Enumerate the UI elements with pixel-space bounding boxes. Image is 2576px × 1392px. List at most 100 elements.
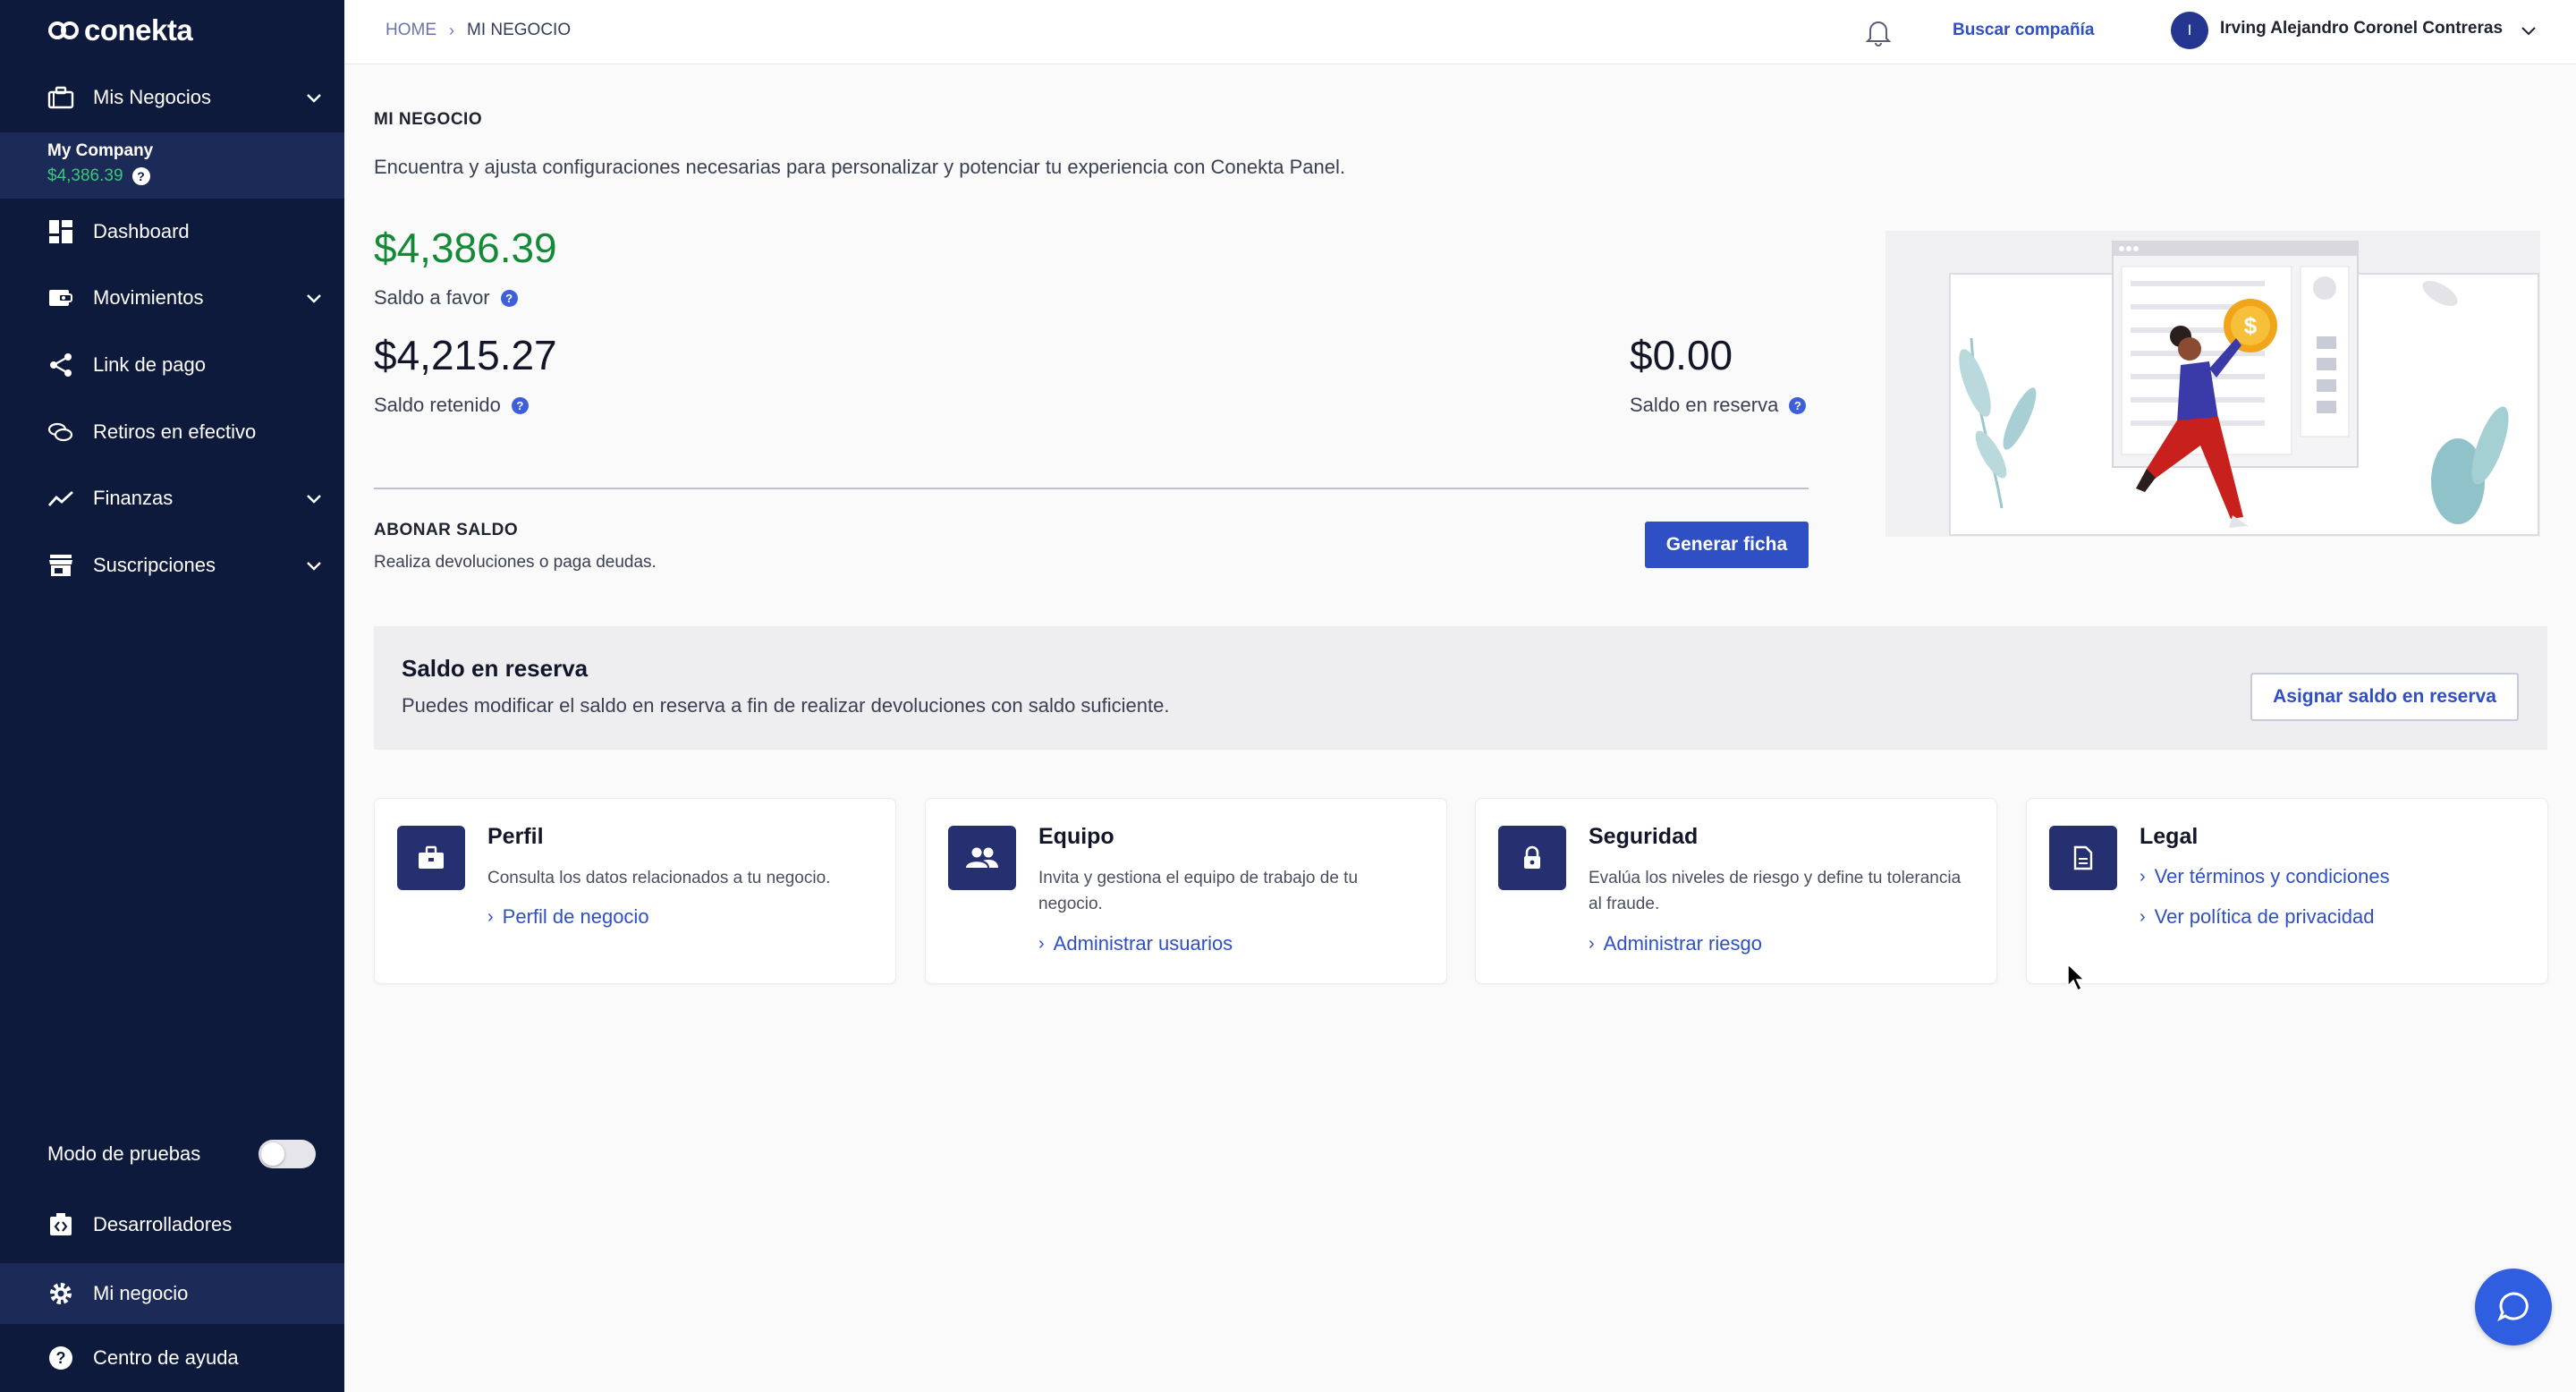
test-mode-toggle[interactable] <box>258 1140 316 1168</box>
sidebar-item-label: Mis Negocios <box>93 86 212 108</box>
sidebar-item-movimientos[interactable]: Movimientos <box>0 270 344 326</box>
chevron-down-icon <box>307 495 321 504</box>
card-link-label: Administrar riesgo <box>1603 932 1762 955</box>
chevron-right-icon: › <box>2140 866 2146 887</box>
card-link-label: Perfil de negocio <box>502 905 649 928</box>
card-title: Legal <box>2140 824 2199 849</box>
sidebar-item-label: Link de pago <box>93 353 206 376</box>
generar-ficha-button[interactable]: Generar ficha <box>1645 522 1809 568</box>
chevron-right-icon: › <box>1589 933 1595 954</box>
balance-retained-value: $4,215.27 <box>374 332 557 378</box>
sidebar-item-suscripciones[interactable]: Suscripciones <box>0 538 344 593</box>
chevron-down-icon <box>307 562 321 571</box>
team-icon <box>948 826 1016 890</box>
reserve-description: Puedes modificar el saldo en reserva a f… <box>402 694 1170 717</box>
conekta-logo[interactable]: conekta <box>48 13 193 48</box>
svg-text:?: ? <box>56 1349 66 1367</box>
abonar-title: ABONAR SALDO <box>374 521 519 539</box>
chat-button[interactable] <box>2475 1269 2552 1345</box>
perfil-de-negocio-link[interactable]: › Perfil de negocio <box>487 905 649 929</box>
topbar: HOME › MI NEGOCIO Buscar compañía I Irvi… <box>344 0 2576 64</box>
trend-icon <box>47 484 75 513</box>
bell-icon[interactable] <box>1865 18 1892 47</box>
page-title: MI NEGOCIO <box>374 110 483 129</box>
avatar[interactable]: I <box>2171 12 2208 49</box>
store-icon <box>47 551 75 580</box>
asignar-saldo-button[interactable]: Asignar saldo en reserva <box>2250 673 2519 721</box>
privacidad-link[interactable]: › Ver política de privacidad <box>2140 905 2375 929</box>
card-equipo: Equipo Invita y gestiona el equipo de tr… <box>925 798 1447 984</box>
sidebar-item-label: Retiros en efectivo <box>93 420 257 443</box>
reserve-section: Saldo en reserva Puedes modificar el sal… <box>374 626 2547 750</box>
search-company-link[interactable]: Buscar compañía <box>1953 21 2094 40</box>
sidebar-item-dashboard[interactable]: Dashboard <box>0 204 344 259</box>
test-mode-row: Modo de pruebas <box>47 1140 316 1168</box>
sidebar: conekta Mis Negocios My Company $4,386.3… <box>0 0 344 1392</box>
sidebar-item-centro-de-ayuda[interactable]: ? Centro de ayuda <box>0 1330 344 1386</box>
page-description: Encuentra y ajusta configuraciones neces… <box>374 156 1345 178</box>
chevron-right-icon: › <box>2140 906 2146 927</box>
current-company[interactable]: My Company $4,386.39 ? <box>0 132 344 199</box>
card-link-label: Ver política de privacidad <box>2154 905 2375 928</box>
administrar-riesgo-link[interactable]: › Administrar riesgo <box>1589 932 1762 955</box>
balance-retained-label-row: Saldo retenido ? <box>374 394 529 417</box>
terminos-link[interactable]: › Ver términos y condiciones <box>2140 865 2390 888</box>
svg-text:$: $ <box>2244 312 2258 339</box>
card-description: Consulta los datos relacionados a tu neg… <box>487 869 831 887</box>
balance-retained-label: Saldo retenido <box>374 394 501 416</box>
card-link-label: Administrar usuarios <box>1053 932 1233 955</box>
balance-reserve-label: Saldo en reserva <box>1630 394 1779 416</box>
card-perfil: Perfil Consulta los datos relacionados a… <box>374 798 896 984</box>
chevron-right-icon: › <box>487 906 494 927</box>
mouse-cursor-icon <box>2067 963 2086 992</box>
sidebar-item-desarrolladores[interactable]: Desarrolladores <box>0 1197 344 1252</box>
chevron-down-icon[interactable] <box>2518 20 2539 41</box>
sidebar-item-finanzas[interactable]: Finanzas <box>0 471 344 526</box>
card-description: Invita y gestiona el equipo de trabajo d… <box>1038 869 1359 913</box>
sidebar-item-label: Finanzas <box>93 487 174 509</box>
developers-icon <box>47 1210 75 1239</box>
chevron-down-icon <box>307 294 321 303</box>
card-title: Perfil <box>487 824 544 849</box>
briefcase-icon <box>47 83 75 112</box>
briefcase-icon <box>397 826 465 890</box>
wallet-icon <box>47 284 75 312</box>
chevron-right-icon: › <box>1038 933 1045 954</box>
gear-icon <box>47 1279 75 1308</box>
help-icon[interactable]: ? <box>500 289 518 307</box>
lock-icon <box>1498 826 1566 890</box>
chat-icon <box>2497 1292 2529 1322</box>
sidebar-item-link-de-pago[interactable]: Link de pago <box>0 337 344 393</box>
card-seguridad: Seguridad Evalúa los niveles de riesgo y… <box>1475 798 1997 984</box>
sidebar-item-label: Movimientos <box>93 286 204 309</box>
balance-favor-label-row: Saldo a favor ? <box>374 286 518 310</box>
chevron-right-icon: › <box>449 21 454 39</box>
breadcrumb-home[interactable]: HOME <box>386 21 436 40</box>
sidebar-item-mi-negocio[interactable]: Mi negocio <box>0 1263 344 1324</box>
dashboard-icon <box>47 217 75 246</box>
card-link-label: Ver términos y condiciones <box>2154 865 2390 887</box>
reserve-title: Saldo en reserva <box>402 655 589 682</box>
company-balance: $4,386.39 <box>47 166 123 185</box>
abonar-description: Realiza devoluciones o paga deudas. <box>374 553 657 572</box>
document-icon <box>2049 826 2117 890</box>
help-icon[interactable]: ? <box>131 167 150 185</box>
illustration-image: $ <box>1949 241 2539 536</box>
sidebar-item-label: Mi negocio <box>93 1282 189 1304</box>
divider <box>374 488 1809 489</box>
company-name: My Company <box>47 141 154 160</box>
illustration: $ <box>1885 231 2540 537</box>
card-title: Seguridad <box>1589 824 1699 849</box>
sidebar-item-retiros[interactable]: Retiros en efectivo <box>0 404 344 460</box>
help-icon[interactable]: ? <box>1789 396 1807 414</box>
sidebar-item-mis-negocios[interactable]: Mis Negocios <box>0 70 344 125</box>
card-title: Equipo <box>1038 824 1114 849</box>
chevron-down-icon <box>307 94 321 103</box>
balance-favor-label: Saldo a favor <box>374 286 490 309</box>
administrar-usuarios-link[interactable]: › Administrar usuarios <box>1038 932 1233 955</box>
share-icon <box>47 351 75 379</box>
user-name[interactable]: Irving Alejandro Coronel Contreras <box>2220 19 2503 38</box>
sidebar-item-label: Desarrolladores <box>93 1213 233 1235</box>
help-icon[interactable]: ? <box>511 396 529 414</box>
balance-reserve-label-row: Saldo en reserva ? <box>1630 394 1807 417</box>
